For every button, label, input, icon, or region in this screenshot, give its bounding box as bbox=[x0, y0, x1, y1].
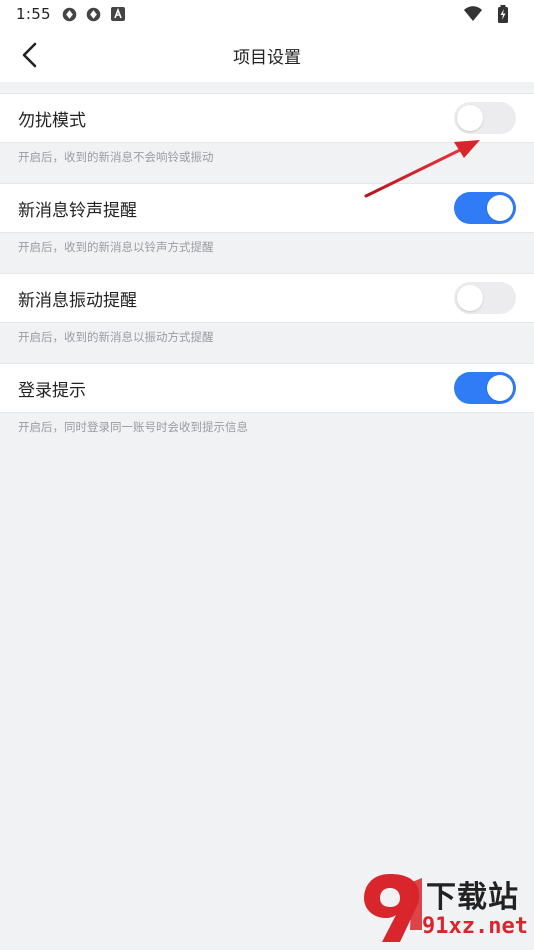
setting-hint: 开启后，收到的新消息不会响铃或振动 bbox=[18, 150, 214, 164]
sync-icon bbox=[61, 5, 79, 23]
setting-login: 登录提示 开启后，同时登录同一账号时会收到提示信息 bbox=[0, 363, 534, 453]
toggle-knob bbox=[487, 195, 513, 221]
vibration-toggle[interactable] bbox=[454, 282, 516, 314]
sync-icon bbox=[85, 5, 103, 23]
watermark-title: 下载站 bbox=[426, 880, 519, 915]
setting-vibration: 新消息振动提醒 开启后，收到的新消息以振动方式提醒 bbox=[0, 273, 534, 363]
setting-hint: 开启后，收到的新消息以铃声方式提醒 bbox=[18, 240, 214, 254]
toggle-knob bbox=[457, 105, 483, 131]
setting-row-login: 登录提示 bbox=[0, 363, 534, 413]
setting-hint: 开启后，同时登录同一账号时会收到提示信息 bbox=[18, 420, 248, 434]
setting-label: 登录提示 bbox=[18, 380, 86, 401]
setting-ringtone: 新消息铃声提醒 开启后，收到的新消息以铃声方式提醒 bbox=[0, 183, 534, 273]
watermark-url: 91xz.net bbox=[422, 914, 528, 939]
setting-row-ringtone: 新消息铃声提醒 bbox=[0, 183, 534, 233]
setting-label: 新消息铃声提醒 bbox=[18, 200, 137, 221]
status-time: 1:55 bbox=[16, 5, 51, 23]
app-bar: 项目设置 bbox=[0, 28, 534, 82]
battery-charging-icon bbox=[494, 5, 512, 23]
back-button[interactable] bbox=[14, 39, 46, 71]
wifi-icon bbox=[464, 5, 482, 23]
login-toggle[interactable] bbox=[454, 372, 516, 404]
notification-a-icon bbox=[109, 5, 127, 23]
setting-row-dnd: 勿扰模式 bbox=[0, 93, 534, 143]
status-bar: 1:55 bbox=[0, 0, 534, 28]
page-title: 项目设置 bbox=[233, 47, 301, 68]
setting-label: 勿扰模式 bbox=[18, 110, 86, 131]
watermark: 下载站 91xz.net bbox=[360, 870, 530, 948]
watermark-logo-icon bbox=[364, 874, 422, 942]
setting-row-vibration: 新消息振动提醒 bbox=[0, 273, 534, 323]
setting-label: 新消息振动提醒 bbox=[18, 290, 137, 311]
chevron-left-icon bbox=[22, 42, 37, 68]
dnd-toggle[interactable] bbox=[454, 102, 516, 134]
setting-dnd: 勿扰模式 开启后，收到的新消息不会响铃或振动 bbox=[0, 93, 534, 183]
toggle-knob bbox=[487, 375, 513, 401]
ringtone-toggle[interactable] bbox=[454, 192, 516, 224]
setting-hint: 开启后，收到的新消息以振动方式提醒 bbox=[18, 330, 214, 344]
toggle-knob bbox=[457, 285, 483, 311]
